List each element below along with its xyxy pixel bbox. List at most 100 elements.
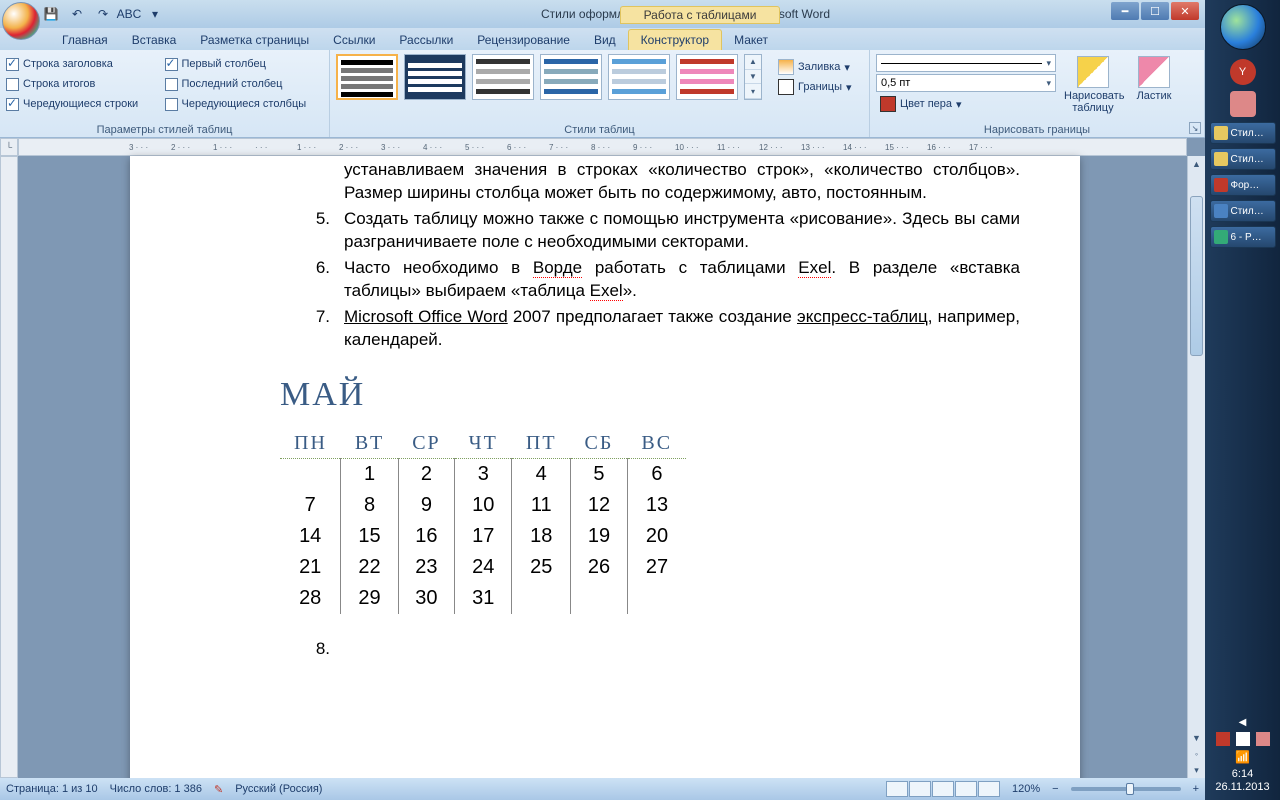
gallery-more[interactable]: ▲▼▾ — [744, 54, 762, 100]
yandex-icon[interactable]: Y — [1230, 59, 1256, 85]
cal-cell[interactable]: 24 — [455, 552, 512, 583]
tab-home[interactable]: Главная — [50, 30, 120, 50]
cal-cell[interactable] — [280, 459, 341, 491]
cal-day-header[interactable]: СБ — [571, 427, 628, 459]
cal-cell[interactable] — [512, 583, 571, 614]
cal-cell[interactable]: 4 — [512, 459, 571, 491]
cal-cell[interactable]: 28 — [280, 583, 341, 614]
status-word-count[interactable]: Число слов: 1 386 — [110, 783, 202, 795]
pen-width-select[interactable]: 0,5 пт▾ — [876, 74, 1056, 92]
view-web[interactable] — [932, 781, 954, 797]
dialog-launcher[interactable]: ↘ — [1189, 122, 1201, 134]
view-print-layout[interactable] — [886, 781, 908, 797]
tab-insert[interactable]: Вставка — [120, 30, 189, 50]
cal-cell[interactable]: 12 — [571, 490, 628, 521]
cal-day-header[interactable]: ПТ — [512, 427, 571, 459]
tray-icon[interactable] — [1230, 91, 1256, 117]
cal-day-header[interactable]: СР — [398, 427, 454, 459]
pen-style-select[interactable]: ▾ — [876, 54, 1056, 72]
flag-icon[interactable] — [1216, 732, 1230, 746]
qat-undo[interactable]: ↶ — [66, 3, 88, 25]
cal-cell[interactable]: 14 — [280, 521, 341, 552]
ruler-vertical[interactable] — [0, 156, 18, 778]
cal-cell[interactable]: 15 — [341, 521, 398, 552]
taskbar-item[interactable]: 6 - P… — [1210, 226, 1276, 248]
tray-expand[interactable]: ◀ — [1239, 717, 1247, 728]
eraser-button[interactable]: Ластик — [1130, 54, 1178, 102]
tab-mailings[interactable]: Рассылки — [387, 30, 465, 50]
cal-day-header[interactable]: ПН — [280, 427, 341, 459]
proofing-icon[interactable]: ✎ — [214, 783, 223, 796]
style-thumb[interactable] — [336, 54, 398, 100]
cal-day-header[interactable]: ЧТ — [455, 427, 512, 459]
style-thumb[interactable] — [540, 54, 602, 100]
cal-cell[interactable]: 27 — [627, 552, 686, 583]
tab-design[interactable]: Конструктор — [628, 29, 722, 50]
qat-redo[interactable]: ↷ — [92, 3, 114, 25]
cal-cell[interactable]: 26 — [571, 552, 628, 583]
cal-cell[interactable]: 22 — [341, 552, 398, 583]
paragraph[interactable]: Часто необходимо в Ворде работать с табл… — [344, 257, 1020, 303]
view-buttons[interactable] — [886, 781, 1000, 797]
cal-cell[interactable]: 31 — [455, 583, 512, 614]
window-close[interactable]: ✕ — [1171, 2, 1199, 20]
style-thumb[interactable] — [404, 54, 466, 100]
chk-header-row[interactable] — [6, 58, 19, 71]
qat-spellcheck[interactable]: ABC — [118, 3, 140, 25]
paragraph[interactable] — [344, 638, 1020, 661]
taskbar-item[interactable]: Стил… — [1210, 200, 1276, 222]
office-button[interactable] — [2, 2, 40, 40]
cal-cell[interactable]: 10 — [455, 490, 512, 521]
volume-icon[interactable] — [1236, 732, 1250, 746]
cal-cell[interactable]: 16 — [398, 521, 454, 552]
borders-button[interactable]: Границы ▾ — [774, 77, 856, 97]
cal-cell[interactable]: 3 — [455, 459, 512, 491]
cal-cell[interactable]: 21 — [280, 552, 341, 583]
tab-layout[interactable]: Макет — [722, 30, 780, 50]
calendar-table[interactable]: ПНВТСРЧТПТСБВС 1234567891011121314151617… — [280, 427, 686, 614]
window-minimize[interactable]: ━ — [1111, 2, 1139, 20]
system-tray[interactable] — [1216, 732, 1270, 746]
style-thumb[interactable] — [608, 54, 670, 100]
cal-cell[interactable] — [571, 583, 628, 614]
window-maximize[interactable]: ☐ — [1141, 2, 1169, 20]
status-language[interactable]: Русский (Россия) — [235, 783, 322, 795]
cal-cell[interactable]: 17 — [455, 521, 512, 552]
cal-cell[interactable]: 23 — [398, 552, 454, 583]
start-button[interactable] — [1220, 4, 1266, 50]
cal-cell[interactable]: 8 — [341, 490, 398, 521]
cal-cell[interactable]: 29 — [341, 583, 398, 614]
zoom-value[interactable]: 120% — [1012, 783, 1040, 795]
tab-view[interactable]: Вид — [582, 30, 628, 50]
chk-banded-cols[interactable] — [165, 98, 178, 111]
style-thumb[interactable] — [472, 54, 534, 100]
tab-references[interactable]: Ссылки — [321, 30, 387, 50]
network-icon[interactable] — [1256, 732, 1270, 746]
chk-total-row[interactable] — [6, 78, 19, 91]
shading-button[interactable]: Заливка ▾ — [774, 57, 856, 77]
cal-cell[interactable]: 20 — [627, 521, 686, 552]
cal-cell[interactable]: 2 — [398, 459, 454, 491]
qat-save[interactable]: 💾 — [40, 3, 62, 25]
cal-cell[interactable]: 13 — [627, 490, 686, 521]
cal-cell[interactable]: 25 — [512, 552, 571, 583]
qat-customize[interactable]: ▾ — [144, 3, 166, 25]
cal-day-header[interactable]: ВС — [627, 427, 686, 459]
paragraph[interactable]: устанавливаем значения в строках «количе… — [344, 159, 1020, 205]
cal-cell[interactable] — [627, 583, 686, 614]
ruler-horizontal[interactable]: 3 · · · 2 · · · 1 · · · · · · 1 · · · 2 … — [18, 138, 1187, 156]
chk-first-col[interactable] — [165, 58, 178, 71]
calendar-title[interactable]: МАЙ — [280, 372, 1020, 418]
wifi-icon[interactable]: 📶 — [1235, 750, 1250, 764]
taskbar-item[interactable]: Стил… — [1210, 122, 1276, 144]
taskbar-item[interactable]: Стил… — [1210, 148, 1276, 170]
cal-cell[interactable]: 1 — [341, 459, 398, 491]
clock[interactable]: 6:14 26.11.2013 — [1215, 768, 1269, 794]
draw-table-button[interactable]: Нарисовать таблицу — [1064, 54, 1122, 114]
tab-page-layout[interactable]: Разметка страницы — [188, 30, 321, 50]
zoom-slider[interactable] — [1071, 787, 1181, 791]
paragraph[interactable]: Microsoft Office Word 2007 предполагает … — [344, 306, 1020, 352]
cal-cell[interactable]: 19 — [571, 521, 628, 552]
tab-review[interactable]: Рецензирование — [465, 30, 582, 50]
cal-day-header[interactable]: ВТ — [341, 427, 398, 459]
